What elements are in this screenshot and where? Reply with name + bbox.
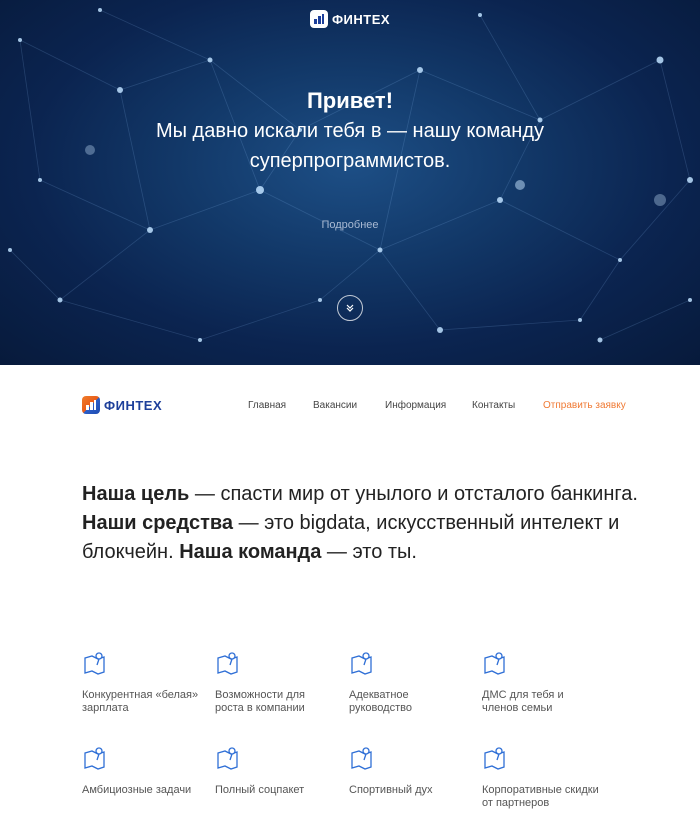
- hero-logo[interactable]: ФИНТЕХ: [0, 10, 700, 28]
- map-pin-icon: [217, 747, 238, 770]
- nav-logo[interactable]: ФИНТЕХ: [82, 396, 162, 414]
- benefit-item: Спортивный дух: [349, 745, 469, 797]
- map-pin-icon: [217, 652, 238, 675]
- map-pin-icon: [351, 652, 372, 675]
- benefit-label: Адекватное руководство: [349, 689, 412, 714]
- goal-text: — спасти мир от унылого и отсталого банк…: [189, 483, 638, 505]
- mission-statement: Наша цель — спасти мир от унылого и отст…: [82, 480, 642, 567]
- hero-subtitle-line1: Мы давно искали тебя в — нашу команду: [155, 120, 545, 142]
- hero-headline: Привет! Мы давно искали тебя в — нашу ко…: [0, 86, 700, 176]
- map-pin-icon: [484, 652, 505, 675]
- means-heading: Наши средства: [82, 512, 234, 534]
- scroll-down-button[interactable]: [337, 295, 363, 321]
- benefit-item: Конкурентная «белая» зарплата: [82, 650, 202, 715]
- more-link[interactable]: Подробнее: [0, 219, 700, 231]
- fintech-logo-icon: [82, 396, 100, 414]
- hero-section: ФИНТЕХ Привет! Мы давно искали тебя в — …: [0, 0, 700, 365]
- hero-brand-name: ФИНТЕХ: [331, 11, 391, 27]
- benefit-label: Возможности для роста в компании: [215, 689, 306, 714]
- hero-subtitle-line2: суперпрограммистов.: [249, 150, 451, 172]
- benefit-item: Корпоративные скидки от партнеров: [482, 745, 602, 810]
- benefit-label: Конкурентная «белая» зарплата: [82, 689, 199, 714]
- benefit-label: ДМС для тебя и членов семьи: [482, 689, 564, 714]
- nav-link-contacts[interactable]: Контакты: [472, 400, 515, 411]
- submit-application-link[interactable]: Отправить заявку: [543, 400, 626, 411]
- nav-link-vacancies[interactable]: Вакансии: [313, 400, 357, 411]
- map-pin-icon: [84, 652, 105, 675]
- nav-brand-name: ФИНТЕХ: [104, 397, 163, 413]
- map-pin-icon: [351, 747, 372, 770]
- hero-greeting: Привет!: [306, 88, 394, 113]
- chevron-double-down-icon: [346, 304, 354, 312]
- benefit-label: Корпоративные скидки от партнеров: [482, 784, 599, 809]
- main-nav: ФИНТЕХ Главная Вакансии Информация Конта…: [0, 365, 700, 445]
- nav-link-info[interactable]: Информация: [385, 400, 446, 411]
- fintech-logo-icon: [309, 10, 328, 28]
- benefit-item: Амбициозные задачи: [82, 745, 202, 797]
- map-pin-icon: [84, 747, 105, 770]
- benefit-item: Возможности для роста в компании: [215, 650, 335, 715]
- benefit-label: Полный соцпакет: [215, 784, 305, 796]
- benefit-label: Амбициозные задачи: [82, 784, 192, 796]
- benefit-item: ДМС для тебя и членов семьи: [482, 650, 602, 715]
- team-heading: Наша команда: [179, 541, 322, 563]
- goal-heading: Наша цель: [82, 483, 190, 505]
- map-pin-icon: [484, 747, 505, 770]
- benefit-label: Спортивный дух: [349, 784, 433, 796]
- benefit-item: Адекватное руководство: [349, 650, 469, 715]
- benefit-item: Полный соцпакет: [215, 745, 335, 797]
- nav-link-home[interactable]: Главная: [248, 400, 286, 411]
- team-text: — это ты.: [321, 541, 417, 563]
